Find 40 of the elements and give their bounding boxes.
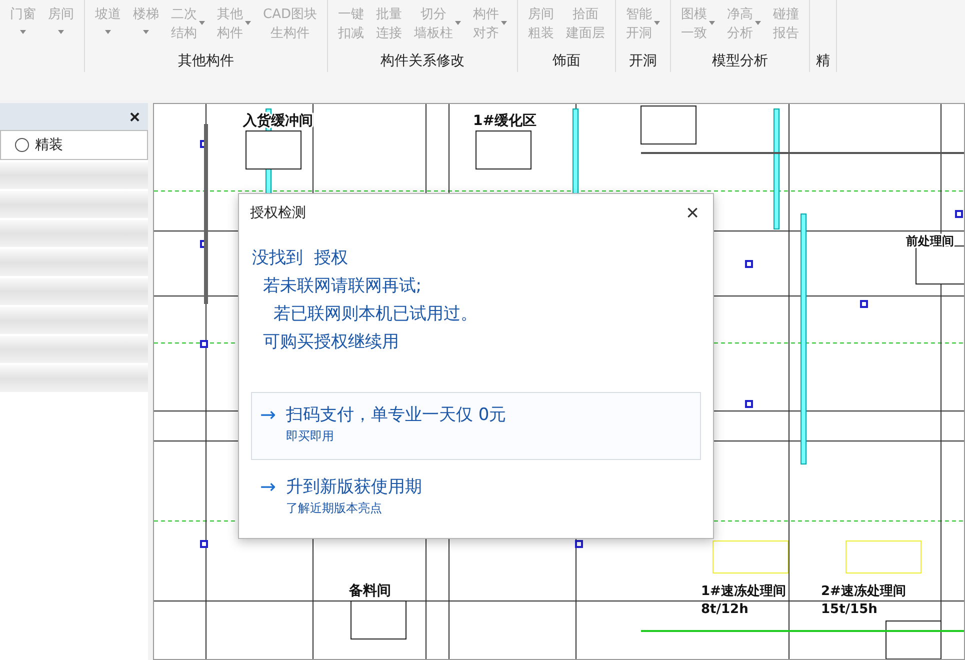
room-label: 2#速冻处理间	[821, 584, 906, 599]
close-button[interactable]: ×	[682, 202, 703, 224]
list-row[interactable]	[0, 278, 148, 305]
room-label: 1#缓化区	[473, 113, 536, 129]
room-tag	[350, 600, 406, 640]
column-marker	[745, 400, 753, 408]
room-label: 备料间	[349, 583, 391, 599]
radio-label: 精装	[35, 136, 63, 154]
ribbon-group-label: 模型分析	[712, 52, 768, 70]
room-tag	[246, 130, 302, 170]
ribbon-group-label: 构件关系修改	[380, 52, 464, 70]
dialog-title: 授权检测	[250, 204, 306, 222]
ribbon-group-label: 饰面	[552, 52, 580, 70]
column-marker	[200, 540, 208, 548]
room-label: 8t/12h	[701, 602, 748, 617]
list-row[interactable]	[0, 162, 148, 189]
message-text: 若已联网则本机已试用过。	[272, 303, 479, 326]
message-text: 若未联网请联网再试;	[262, 275, 423, 298]
column-marker	[200, 340, 208, 348]
list-row[interactable]	[0, 336, 148, 363]
message-text: 没找到 授权	[252, 247, 349, 270]
list-row[interactable]	[0, 191, 148, 218]
ribbon-group-label: 精	[816, 52, 830, 70]
list-row[interactable]	[0, 307, 148, 334]
ribbon-group-label: 开洞	[628, 52, 657, 70]
message-text: 可购买授权继续用	[262, 331, 400, 354]
option-link[interactable]: → 升到新版获使用期 了解近期版本亮点	[251, 464, 701, 532]
list-row[interactable]	[0, 365, 148, 392]
close-button[interactable]: ×	[127, 106, 142, 126]
room-tag	[640, 106, 696, 144]
column-marker	[745, 260, 753, 268]
radio-button[interactable]	[15, 138, 29, 152]
list-row[interactable]	[0, 220, 148, 247]
option-link[interactable]: → 扫码支付，单专业一天仅 0元 即买即用	[251, 392, 701, 460]
ribbon-group-label: 其他构件	[178, 52, 234, 70]
column-marker	[860, 300, 868, 308]
list-row[interactable]	[0, 249, 148, 276]
room-tag	[476, 130, 532, 170]
room-label: 15t/15h	[821, 602, 878, 617]
room-label: 1#速冻处理间	[701, 584, 786, 599]
